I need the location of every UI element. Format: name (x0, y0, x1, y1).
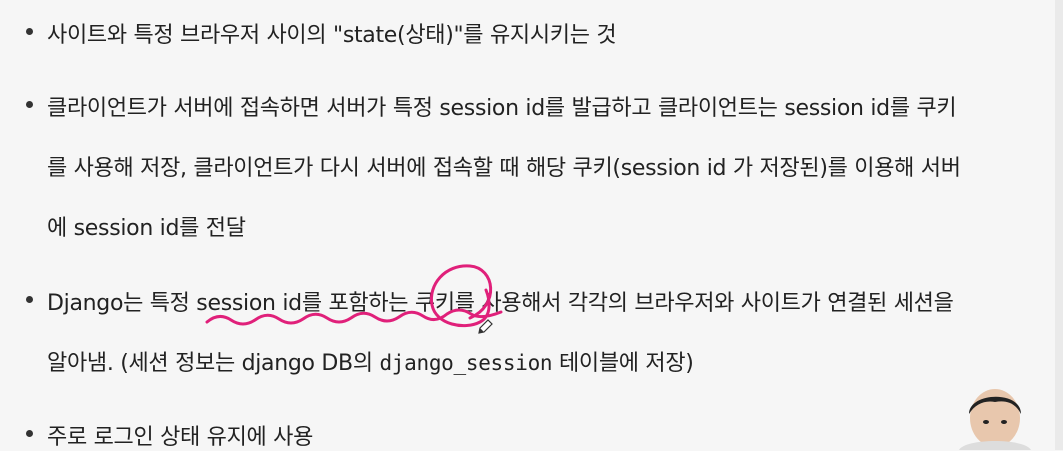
bullet-text: 주로 로그인 상태 유지에 사용 (47, 425, 314, 450)
bullet-dot (26, 430, 33, 437)
bullet-text: 에 session id를 전달 (47, 216, 246, 241)
pen-cursor-icon (478, 319, 493, 334)
text-segment: 테이블에 저장) (552, 351, 694, 376)
code-span: django_session (379, 351, 553, 375)
bullet-dot (26, 28, 33, 35)
bullet-text: 를 사용해 저장, 클라이언트가 다시 서버에 접속할 때 해당 쿠키(sess… (47, 156, 961, 181)
bullet-dot (26, 296, 33, 303)
bullet-text: 사이트와 특정 브라우저 사이의 "state(상태)"를 유지시키는 것 (47, 23, 617, 48)
text-segment: 알아냄. (세션 정보는 django DB의 (47, 351, 380, 376)
slide-content: 사이트와 특정 브라우저 사이의 "state(상태)"를 유지시키는 것 클라… (0, 0, 1063, 450)
bullet-dot (26, 101, 33, 108)
bullet-text: Django는 특정 session id를 포함하는 쿠키를 사용해서 각각의… (47, 291, 954, 316)
bullet-text: 클라이언트가 서버에 접속하면 서버가 특정 session id를 발급하고 … (47, 96, 957, 121)
presenter-avatar (959, 389, 1031, 450)
bullet-text-line2: 알아냄. (세션 정보는 django DB의 django_session 테… (47, 345, 694, 377)
scrollbar-track[interactable] (1055, 0, 1063, 450)
